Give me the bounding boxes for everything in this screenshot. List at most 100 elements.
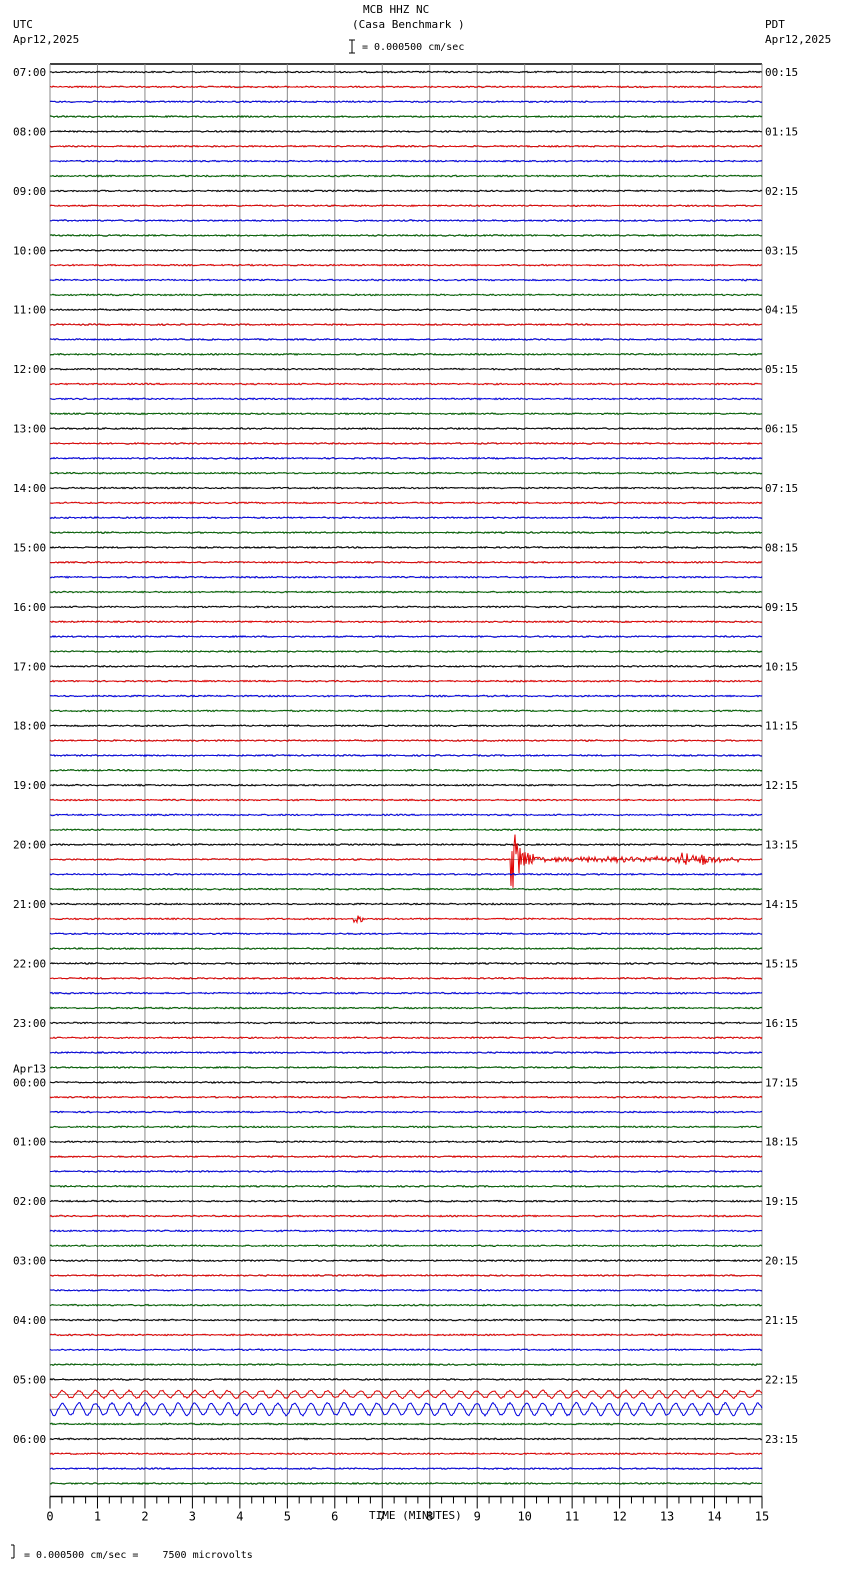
utc-hour-label: 06:00 (13, 1433, 46, 1446)
seismic-trace (49, 545, 763, 550)
seismic-trace (49, 961, 763, 966)
x-tick-label: 13 (660, 1509, 674, 1523)
seismic-trace (49, 337, 763, 342)
seismic-trace (49, 915, 763, 925)
seismic-trace (49, 738, 763, 743)
date-change-label: Apr13 (13, 1062, 46, 1075)
utc-hour-label: 00:00 (13, 1076, 46, 1089)
utc-hour-label: 10:00 (13, 244, 46, 257)
utc-hour-label: 21:00 (13, 898, 46, 911)
utc-hour-label: 16:00 (13, 601, 46, 614)
seismic-trace (49, 664, 763, 668)
seismogram-plot: 0 1 2 3 4 5 6 7 8 9 10 11 12 13 14 1507:0008:0009:0010:… (11, 39, 798, 1559)
x-tick-label: 0 (46, 1509, 53, 1523)
pdt-hour-label: 04:15 (765, 304, 798, 317)
pdt-hour-label: 06:15 (765, 423, 798, 436)
seismic-trace (49, 530, 762, 535)
seismic-trace (49, 189, 763, 193)
pdt-hour-label: 22:15 (765, 1373, 798, 1386)
utc-hour-label: 03:00 (13, 1255, 46, 1268)
seismic-trace (49, 367, 763, 371)
seismic-trace (49, 1080, 763, 1084)
pdt-hour-label: 15:15 (765, 957, 798, 970)
seismic-trace (49, 1140, 763, 1144)
seismic-trace (49, 887, 763, 891)
x-tick-label: 8 (426, 1509, 433, 1523)
x-tick-label: 4 (236, 1509, 243, 1523)
pdt-hour-label: 18:15 (765, 1136, 798, 1149)
seismic-trace (49, 397, 763, 401)
seismic-trace (49, 426, 763, 431)
seismic-trace (50, 709, 763, 713)
pdt-hour-label: 05:15 (765, 363, 798, 376)
seismic-trace (49, 1006, 762, 1010)
x-tick-label: 12 (612, 1509, 626, 1523)
utc-hour-label: 07:00 (13, 66, 46, 79)
seismic-trace (49, 278, 763, 282)
pdt-hour-label: 21:15 (765, 1314, 798, 1327)
x-tick-label: 5 (284, 1509, 291, 1523)
seismic-trace (49, 798, 763, 802)
seismic-trace (49, 159, 763, 163)
pdt-hour-label: 23:15 (765, 1433, 798, 1446)
pdt-hour-label: 16:15 (765, 1017, 798, 1030)
seismic-trace (49, 129, 763, 134)
seismic-trace (49, 872, 763, 876)
seismic-trace (49, 828, 763, 832)
seismic-trace (49, 263, 762, 267)
x-tick-label: 2 (141, 1509, 148, 1523)
seismic-trace (50, 352, 763, 356)
utc-hour-label: 11:00 (13, 304, 46, 317)
pdt-hour-label: 10:15 (765, 660, 798, 673)
utc-hour-label: 13:00 (13, 423, 46, 436)
x-tick-label: 14 (707, 1509, 721, 1523)
utc-hour-label: 02:00 (13, 1195, 46, 1208)
seismic-trace (49, 590, 763, 594)
pdt-hour-label: 11:15 (765, 720, 798, 733)
utc-hour-label: 12:00 (13, 363, 46, 376)
seismic-trace (49, 976, 763, 980)
pdt-hour-label: 09:15 (765, 601, 798, 614)
seismic-trace (50, 1318, 763, 1322)
seismic-trace (49, 932, 763, 936)
pdt-hour-label: 19:15 (765, 1195, 798, 1208)
utc-hour-label: 19:00 (13, 779, 46, 792)
seismic-trace (49, 1154, 763, 1159)
utc-hour-label: 18:00 (13, 720, 46, 733)
seismic-trace (49, 575, 763, 579)
seismic-trace (49, 991, 763, 995)
utc-hour-label: 09:00 (13, 185, 46, 198)
seismic-trace (49, 1377, 763, 1382)
seismic-trace (49, 1244, 763, 1248)
seismic-trace (49, 1481, 763, 1486)
seismic-trace (50, 679, 763, 683)
pdt-hour-label: 20:15 (765, 1255, 798, 1268)
pdt-hour-label: 17:15 (765, 1076, 798, 1089)
utc-hour-label: 01:00 (13, 1136, 46, 1149)
seismogram-page: MCB HHZ NC (Casa Benchmark ) UTC Apr12,2… (0, 0, 850, 1584)
pdt-hour-label: 07:15 (765, 482, 798, 495)
seismic-trace (49, 441, 763, 446)
seismic-trace (49, 412, 763, 416)
seismic-trace (49, 70, 763, 74)
x-tick-label: 6 (331, 1509, 338, 1523)
seismic-trace (49, 308, 763, 312)
x-tick-label: 15 (755, 1509, 769, 1523)
seismic-trace (49, 605, 763, 609)
utc-hour-label: 20:00 (13, 839, 46, 852)
seismic-trace (49, 382, 762, 386)
pdt-hour-label: 14:15 (765, 898, 798, 911)
utc-hour-label: 14:00 (13, 482, 46, 495)
utc-hour-label: 23:00 (13, 1017, 46, 1030)
seismic-trace (49, 501, 763, 505)
seismic-trace (50, 233, 763, 238)
utc-hour-label: 15:00 (13, 541, 46, 554)
seismic-trace (49, 486, 763, 490)
seismic-trace (49, 1258, 763, 1263)
utc-hour-label: 17:00 (13, 660, 46, 673)
x-tick-label: 7 (379, 1509, 386, 1523)
seismic-trace (49, 694, 763, 698)
pdt-hour-label: 01:15 (765, 125, 798, 138)
x-tick-label: 1 (94, 1509, 101, 1523)
seismic-trace (49, 813, 763, 817)
